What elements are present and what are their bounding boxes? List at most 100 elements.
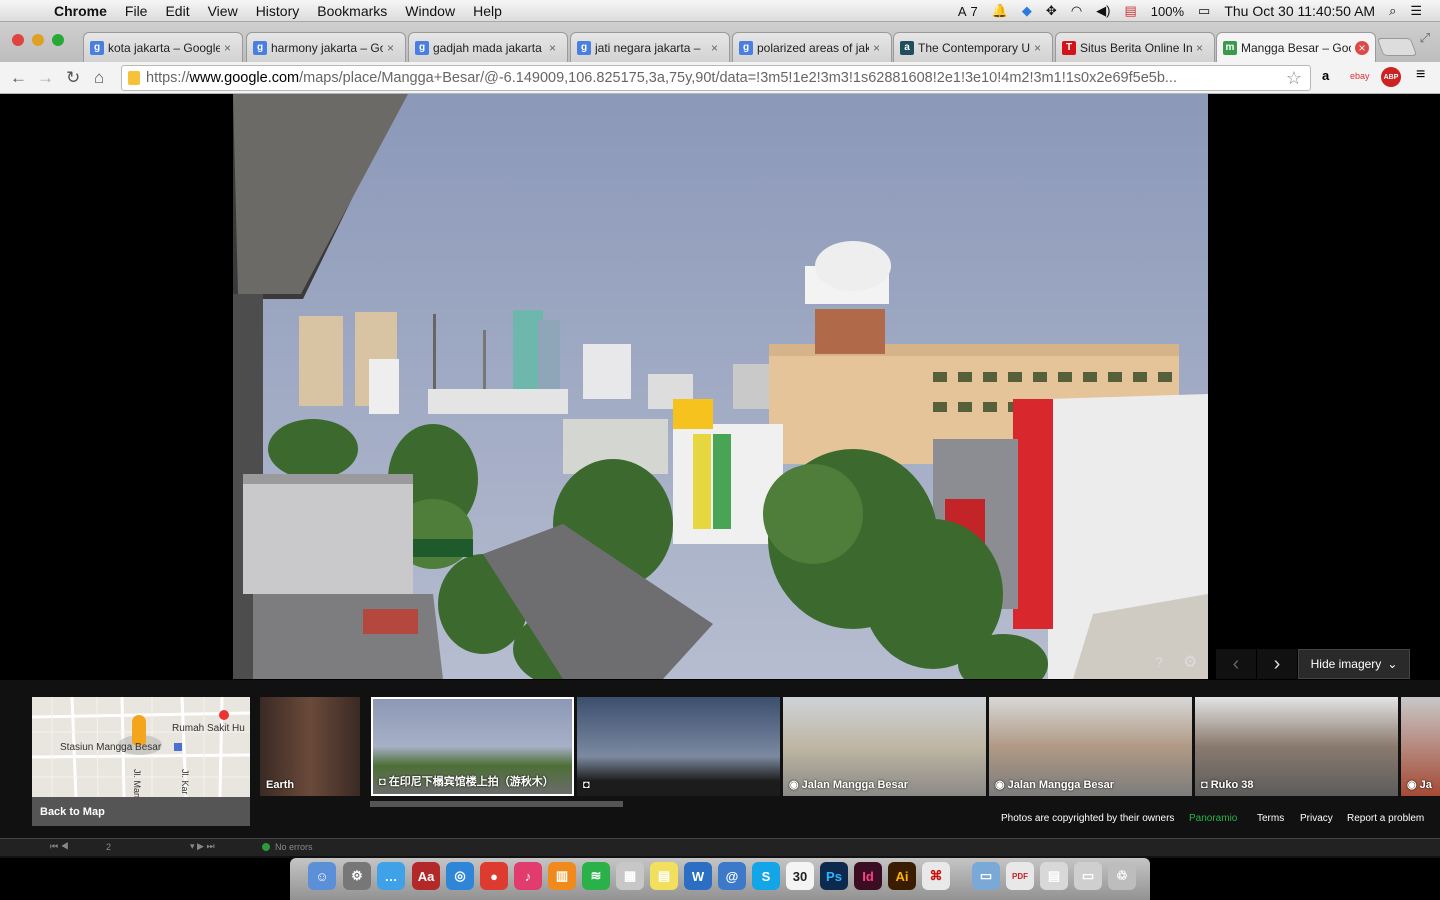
street-photo-illustration — [233, 94, 1208, 679]
thumbnail-street-view-2[interactable]: ◉ Jalan Mangga Besar — [989, 697, 1192, 796]
address-bar[interactable]: https://www.google.com/maps/place/Mangga… — [121, 65, 1311, 91]
tab-5[interactable]: g polarized areas of jakarta × — [732, 32, 892, 62]
pdf-stack-icon[interactable]: PDF — [1006, 862, 1034, 890]
forward-icon[interactable]: → — [37, 68, 54, 88]
itunes-icon[interactable]: ♪ — [514, 862, 542, 890]
menu-help[interactable]: Help — [473, 3, 502, 19]
thumbnail-scrollbar[interactable] — [370, 801, 623, 807]
tab-2[interactable]: g harmony jakarta – Google × — [246, 32, 406, 62]
notification-bell-icon[interactable]: 🔔 — [992, 3, 1008, 19]
previous-photo-button[interactable]: ‹ — [1216, 649, 1256, 679]
screenshots-stack-icon[interactable]: ▭ — [1074, 862, 1102, 890]
thumbnail-street-view-3[interactable]: ◉ Ja — [1401, 697, 1440, 796]
menu-edit[interactable]: Edit — [165, 3, 189, 19]
new-tab-button[interactable] — [1376, 38, 1418, 56]
first-page-icon[interactable]: ⏮ ◀ — [50, 841, 69, 852]
adobe-icon[interactable]: A — [958, 4, 967, 19]
documents-folder-icon[interactable]: ▭ — [972, 862, 1000, 890]
close-tab-icon[interactable]: × — [224, 41, 236, 55]
calendar-icon[interactable]: 30 — [786, 862, 814, 890]
chrome-menu-icon[interactable]: ≡ — [1416, 66, 1425, 84]
page-number[interactable]: 2 — [106, 842, 111, 852]
fullscreen-icon[interactable]: ⤢ — [1420, 30, 1430, 46]
next-photo-button[interactable]: › — [1257, 649, 1297, 679]
tab-3[interactable]: g gadjah mada jakarta × — [408, 32, 568, 62]
spotify-icon[interactable]: ≋ — [582, 862, 610, 890]
wifi-icon[interactable]: ◠ — [1071, 3, 1082, 19]
minimize-window-button[interactable] — [32, 34, 44, 46]
menu-window[interactable]: Window — [405, 3, 455, 19]
system-preferences-icon[interactable]: ⚙ — [343, 862, 371, 890]
volume-icon[interactable]: ◀) — [1096, 3, 1110, 19]
illustrator-icon[interactable]: Ai — [888, 862, 916, 890]
skype-icon[interactable]: S — [752, 862, 780, 890]
photoshop-icon[interactable]: Ps — [820, 862, 848, 890]
indesign-icon[interactable]: Id — [854, 862, 882, 890]
close-tab-icon[interactable]: × — [1355, 40, 1369, 55]
close-tab-icon[interactable]: × — [1034, 41, 1046, 55]
thumbnail-earth[interactable]: Earth — [260, 697, 360, 796]
menu-bookmarks[interactable]: Bookmarks — [317, 3, 387, 19]
ebay-extension-icon[interactable]: ebay — [1350, 71, 1370, 81]
tab-6[interactable]: a The Contemporary Urban × — [893, 32, 1053, 62]
close-tab-icon[interactable]: × — [549, 41, 561, 55]
dropbox-icon[interactable]: ◆ — [1022, 3, 1032, 19]
chrome-icon[interactable]: ● — [480, 862, 508, 890]
trash-icon[interactable]: ♲ — [1108, 862, 1136, 890]
close-window-button[interactable] — [12, 34, 24, 46]
back-icon[interactable]: ← — [10, 68, 27, 88]
thumbnail-monument[interactable]: ◘ — [577, 697, 780, 796]
privacy-link[interactable]: Privacy — [1300, 813, 1333, 824]
thumbnail-ruko-38[interactable]: ◘ Ruko 38 — [1195, 697, 1398, 796]
safari-icon[interactable]: ◎ — [446, 862, 474, 890]
close-tab-icon[interactable]: × — [873, 41, 885, 55]
notification-center-icon[interactable]: ☰ — [1410, 3, 1422, 19]
menu-history[interactable]: History — [256, 3, 300, 19]
reload-icon[interactable]: ↻ — [66, 68, 80, 88]
acrobat-icon[interactable]: ⌘ — [922, 862, 950, 890]
dictionary-icon[interactable]: Aa — [412, 862, 440, 890]
spotlight-search-icon[interactable]: ⌕ — [1389, 3, 1396, 19]
menu-file[interactable]: File — [125, 3, 148, 19]
ibooks-icon[interactable]: ▥ — [548, 862, 576, 890]
contacts-icon[interactable]: @ — [718, 862, 746, 890]
tab-7[interactable]: T Situs Berita Online Indonesia × — [1055, 32, 1215, 62]
thumbnail-street-view-1[interactable]: ◉ Jalan Mangga Besar — [783, 697, 986, 796]
back-to-map-card[interactable]: Rumah Sakit Hu Stasiun Mangga Besar Jl. … — [32, 697, 250, 826]
amazon-extension-icon[interactable]: a — [1322, 68, 1329, 83]
finder-icon[interactable]: ☺ — [308, 862, 336, 890]
warning-lock-icon[interactable] — [128, 71, 140, 85]
help-icon[interactable]: ? — [1155, 654, 1163, 670]
bookmark-star-icon[interactable]: ☆ — [1286, 68, 1302, 89]
close-tab-icon[interactable]: × — [711, 41, 723, 55]
calculator-icon[interactable]: ▦ — [616, 862, 644, 890]
report-problem-link[interactable]: Report a problem — [1347, 813, 1424, 824]
close-tab-icon[interactable]: × — [387, 41, 399, 55]
thumbnail-selected-photo[interactable]: ◘ 在印尼下榻宾馆楼上拍（游秋木） — [371, 697, 574, 796]
terms-link[interactable]: Terms — [1257, 813, 1284, 824]
move-icon[interactable]: ✥ — [1046, 3, 1057, 19]
messages-icon[interactable]: … — [377, 862, 405, 890]
zoom-window-button[interactable] — [52, 34, 64, 46]
back-to-map-button[interactable]: Back to Map — [32, 797, 250, 826]
home-icon[interactable]: ⌂ — [94, 68, 104, 88]
panoramio-link[interactable]: Panoramio — [1189, 813, 1237, 824]
hide-imagery-button[interactable]: Hide imagery ⌄ — [1298, 649, 1410, 679]
menu-view[interactable]: View — [208, 3, 238, 19]
clock[interactable]: Thu Oct 30 11:40:50 AM — [1224, 3, 1375, 19]
adblock-plus-icon[interactable]: ABP — [1381, 67, 1401, 87]
close-tab-icon[interactable]: × — [1196, 41, 1208, 55]
stickies-icon[interactable]: ▤ — [650, 862, 678, 890]
battery-percent[interactable]: 100% — [1151, 4, 1184, 19]
word-icon[interactable]: W — [684, 862, 712, 890]
downloads-stack-icon[interactable]: ▤ — [1040, 862, 1068, 890]
panorama-photo[interactable]: ? ⚙ — [233, 94, 1208, 679]
menu-app-chrome[interactable]: Chrome — [54, 3, 107, 19]
settings-gear-icon[interactable]: ⚙ — [1183, 652, 1197, 672]
tab-1[interactable]: g kota jakarta – Google × — [83, 32, 243, 62]
tab-4[interactable]: g jati negara jakarta – × — [570, 32, 730, 62]
tab-8[interactable]: m Mangga Besar – Google Maps × — [1216, 32, 1376, 62]
battery-icon[interactable]: ▭ — [1198, 3, 1210, 19]
us-flag-icon[interactable]: ▤ — [1125, 3, 1137, 19]
last-page-icon[interactable]: ▾ ▶ ⏭ — [190, 841, 215, 852]
